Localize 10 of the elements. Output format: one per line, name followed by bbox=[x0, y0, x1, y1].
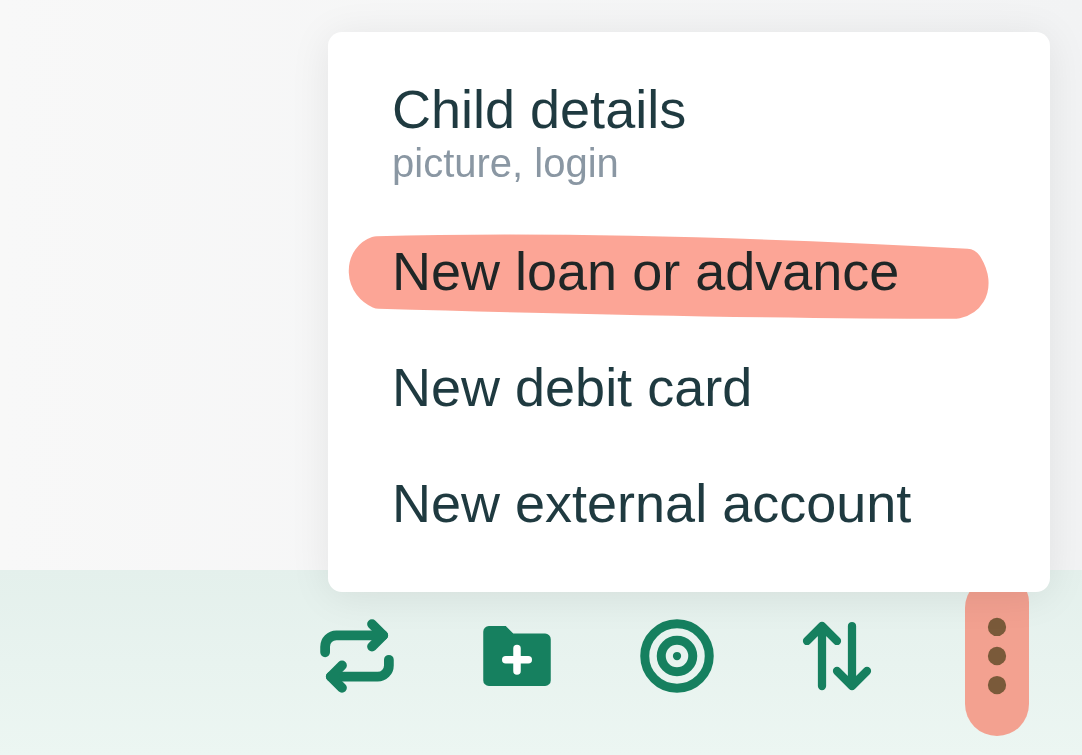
menu-item-label: New loan or advance bbox=[392, 240, 901, 302]
menu-item-label: New external account bbox=[392, 472, 913, 534]
more-icon bbox=[987, 616, 1007, 695]
menu-item[interactable]: Child details picture, login bbox=[328, 51, 1050, 213]
menu-item-label: New debit card bbox=[392, 356, 754, 418]
menu-item[interactable]: New debit card bbox=[328, 329, 1050, 445]
menu-item-subtitle: picture, login bbox=[392, 140, 620, 186]
menu-item[interactable]: New external account bbox=[328, 445, 1050, 561]
menu-item-label: Child details bbox=[392, 78, 688, 140]
menu-item[interactable]: New loan or advance bbox=[328, 213, 1050, 329]
